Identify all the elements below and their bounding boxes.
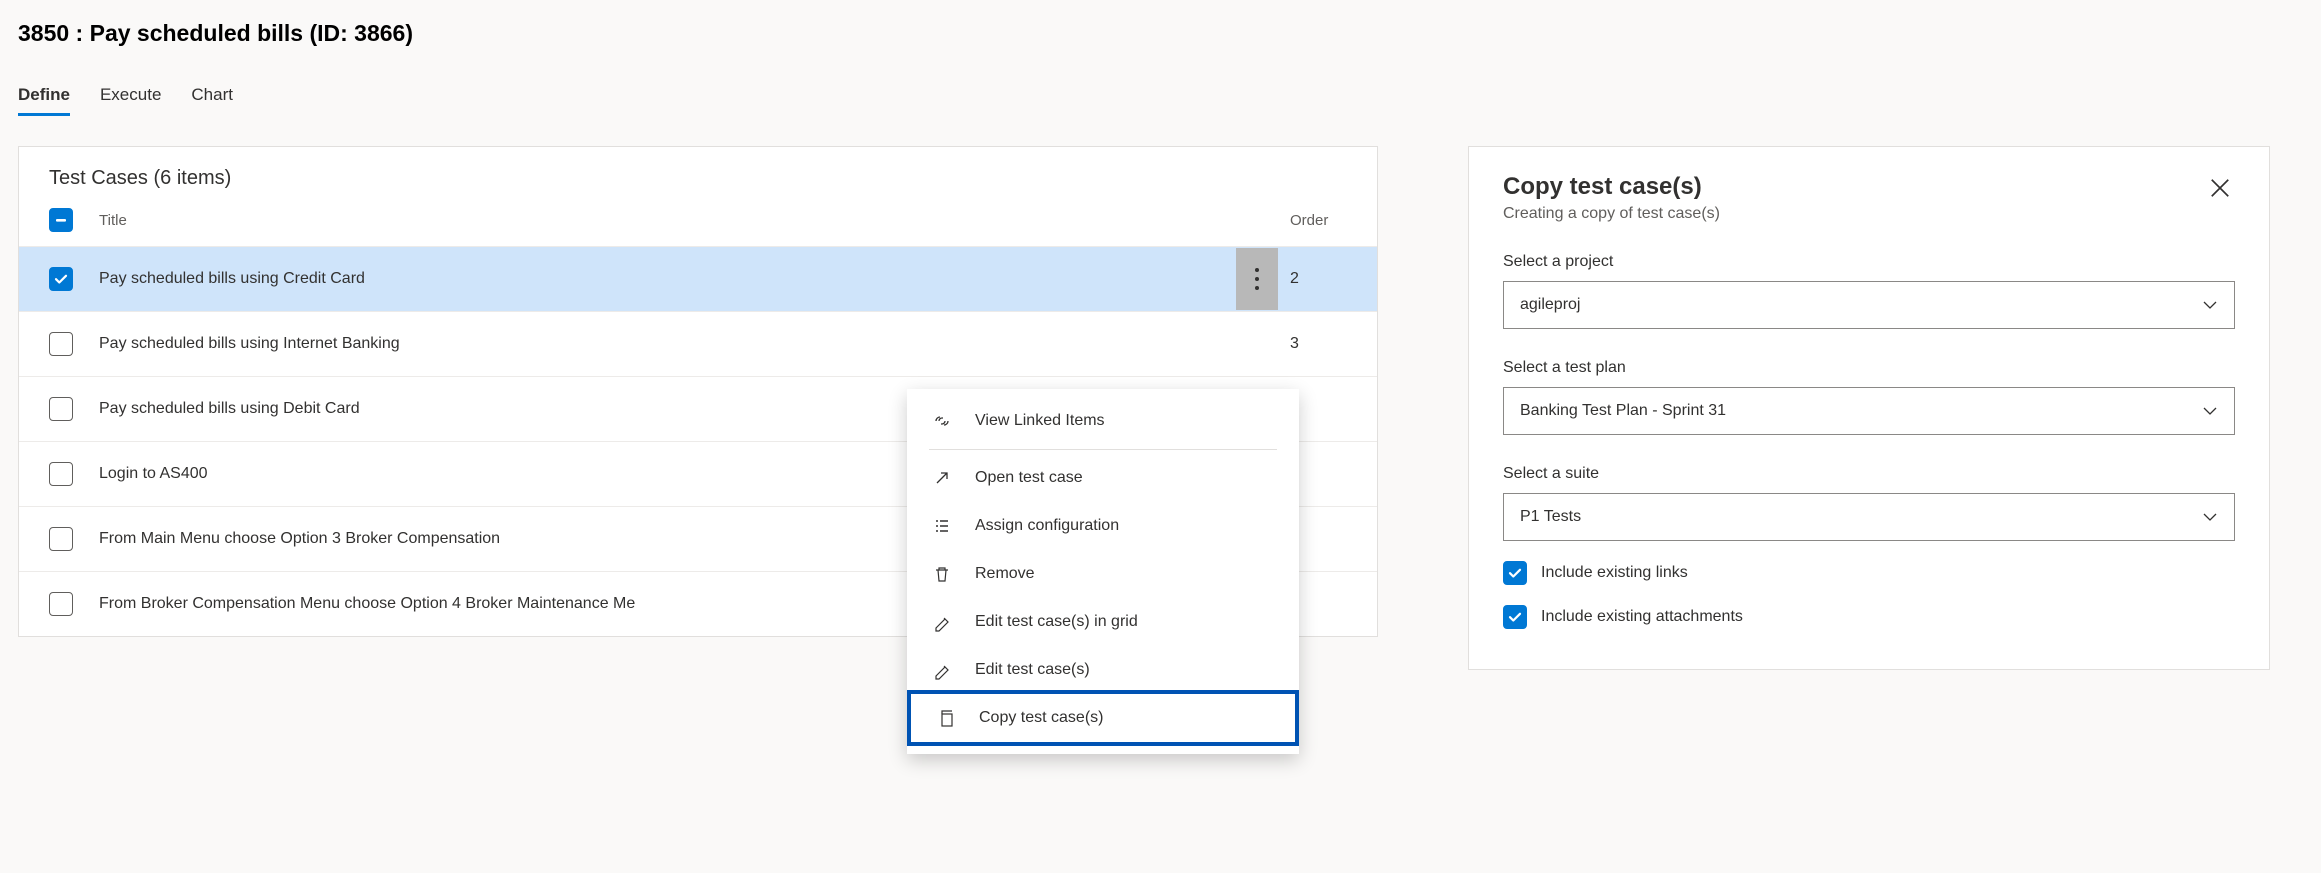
row-order: 2 bbox=[1282, 270, 1347, 288]
menu-view-linked[interactable]: View Linked Items bbox=[907, 397, 1299, 445]
row-checkbox[interactable] bbox=[49, 267, 73, 291]
edit-icon bbox=[931, 612, 953, 632]
row-checkbox[interactable] bbox=[49, 527, 73, 551]
tab-define[interactable]: Define bbox=[18, 85, 70, 116]
tab-chart[interactable]: Chart bbox=[191, 85, 233, 116]
row-checkbox[interactable] bbox=[49, 397, 73, 421]
suite-label: Select a suite bbox=[1503, 465, 2235, 483]
include-links-label: Include existing links bbox=[1541, 564, 1688, 582]
plan-value: Banking Test Plan - Sprint 31 bbox=[1520, 402, 1726, 420]
plan-label: Select a test plan bbox=[1503, 359, 2235, 377]
menu-label: Open test case bbox=[975, 469, 1083, 487]
menu-label: Assign configuration bbox=[975, 517, 1119, 535]
menu-label: Edit test case(s) bbox=[975, 661, 1090, 679]
copy-test-cases-panel: Copy test case(s) Creating a copy of tes… bbox=[1468, 146, 2270, 670]
row-more-button[interactable] bbox=[1236, 248, 1278, 310]
grid-heading: Test Cases (6 items) bbox=[19, 147, 1377, 208]
chevron-down-icon bbox=[2202, 509, 2218, 525]
row-order: 3 bbox=[1282, 335, 1347, 353]
menu-edit-grid[interactable]: Edit test case(s) in grid bbox=[907, 598, 1299, 646]
menu-edit[interactable]: Edit test case(s) bbox=[907, 646, 1299, 694]
panel-title: Copy test case(s) bbox=[1503, 173, 1720, 201]
open-icon bbox=[931, 468, 953, 488]
row-title: Pay scheduled bills using Credit Card bbox=[99, 270, 1232, 288]
suite-select[interactable]: P1 Tests bbox=[1503, 493, 2235, 541]
link-icon bbox=[931, 411, 953, 431]
close-icon bbox=[2209, 177, 2231, 199]
project-select[interactable]: agileproj bbox=[1503, 281, 2235, 329]
include-attachments-checkbox[interactable] bbox=[1503, 605, 1527, 629]
tab-bar: Define Execute Chart bbox=[18, 85, 2303, 116]
edit-icon bbox=[931, 660, 953, 680]
plan-select[interactable]: Banking Test Plan - Sprint 31 bbox=[1503, 387, 2235, 435]
page-title: 3850 : Pay scheduled bills (ID: 3866) bbox=[18, 20, 2303, 47]
table-row[interactable]: Pay scheduled bills using Credit Card 2 bbox=[19, 246, 1377, 311]
row-title: Pay scheduled bills using Internet Banki… bbox=[99, 335, 1232, 353]
context-menu: View Linked Items Open test case Assign … bbox=[907, 389, 1299, 754]
row-checkbox[interactable] bbox=[49, 592, 73, 616]
grid-header-row: Title Order bbox=[19, 208, 1377, 246]
list-icon bbox=[931, 516, 953, 536]
copy-icon bbox=[935, 708, 957, 728]
menu-remove[interactable]: Remove bbox=[907, 550, 1299, 598]
menu-separator bbox=[929, 449, 1277, 450]
menu-copy[interactable]: Copy test case(s) bbox=[907, 690, 1299, 746]
table-row[interactable]: Pay scheduled bills using Internet Banki… bbox=[19, 311, 1377, 376]
col-title-header[interactable]: Title bbox=[99, 212, 1232, 229]
include-attachments-label: Include existing attachments bbox=[1541, 608, 1743, 626]
suite-value: P1 Tests bbox=[1520, 508, 1581, 526]
row-checkbox[interactable] bbox=[49, 332, 73, 356]
row-checkbox[interactable] bbox=[49, 462, 73, 486]
select-all-checkbox[interactable] bbox=[49, 208, 73, 232]
chevron-down-icon bbox=[2202, 297, 2218, 313]
more-vertical-icon bbox=[1255, 268, 1259, 290]
menu-label: Edit test case(s) in grid bbox=[975, 613, 1138, 631]
col-order-header[interactable]: Order bbox=[1282, 212, 1347, 229]
project-label: Select a project bbox=[1503, 253, 2235, 271]
include-links-checkbox[interactable] bbox=[1503, 561, 1527, 585]
menu-label: View Linked Items bbox=[975, 412, 1105, 430]
menu-open[interactable]: Open test case bbox=[907, 454, 1299, 502]
chevron-down-icon bbox=[2202, 403, 2218, 419]
menu-assign[interactable]: Assign configuration bbox=[907, 502, 1299, 550]
menu-label: Remove bbox=[975, 565, 1035, 583]
close-button[interactable] bbox=[2205, 173, 2235, 206]
panel-subtitle: Creating a copy of test case(s) bbox=[1503, 205, 1720, 223]
menu-label: Copy test case(s) bbox=[979, 709, 1103, 727]
tab-execute[interactable]: Execute bbox=[100, 85, 161, 116]
project-value: agileproj bbox=[1520, 296, 1580, 314]
trash-icon bbox=[931, 564, 953, 584]
